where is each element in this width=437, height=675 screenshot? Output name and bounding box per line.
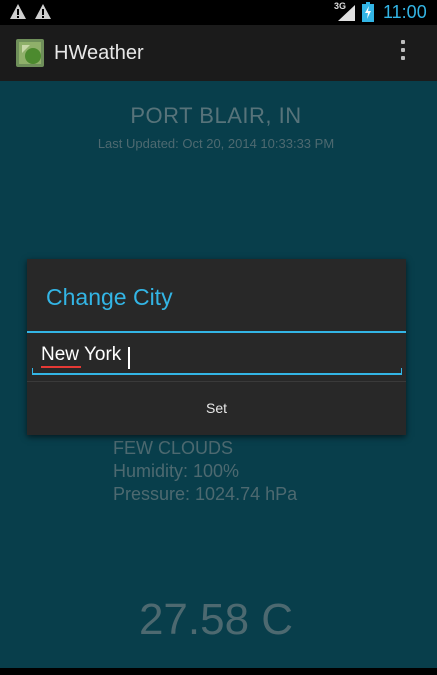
action-bar: HWeather [0,25,437,81]
text-cursor [128,347,130,369]
city-input[interactable] [31,337,403,373]
status-bar: 3G 11:00 [0,0,437,25]
change-city-dialog: Change City Set [27,259,406,435]
status-clock: 11:00 [383,2,427,22]
app-screen: 3G 11:00 HWeather PORT BLAIR, IN Last Up… [0,0,437,675]
dialog-title: Change City [46,284,173,310]
battery-charging-icon [362,2,374,22]
app-title: HWeather [54,42,144,64]
dialog-title-divider [27,331,406,333]
spellcheck-underline [41,366,81,368]
warning-icon [35,4,51,19]
overflow-menu-icon[interactable] [398,40,408,66]
input-underline [32,373,402,375]
signal-icon [338,5,355,21]
warning-icon [10,4,26,19]
app-icon[interactable] [16,39,44,67]
set-button[interactable]: Set [27,382,406,435]
bottom-edge [0,668,437,675]
